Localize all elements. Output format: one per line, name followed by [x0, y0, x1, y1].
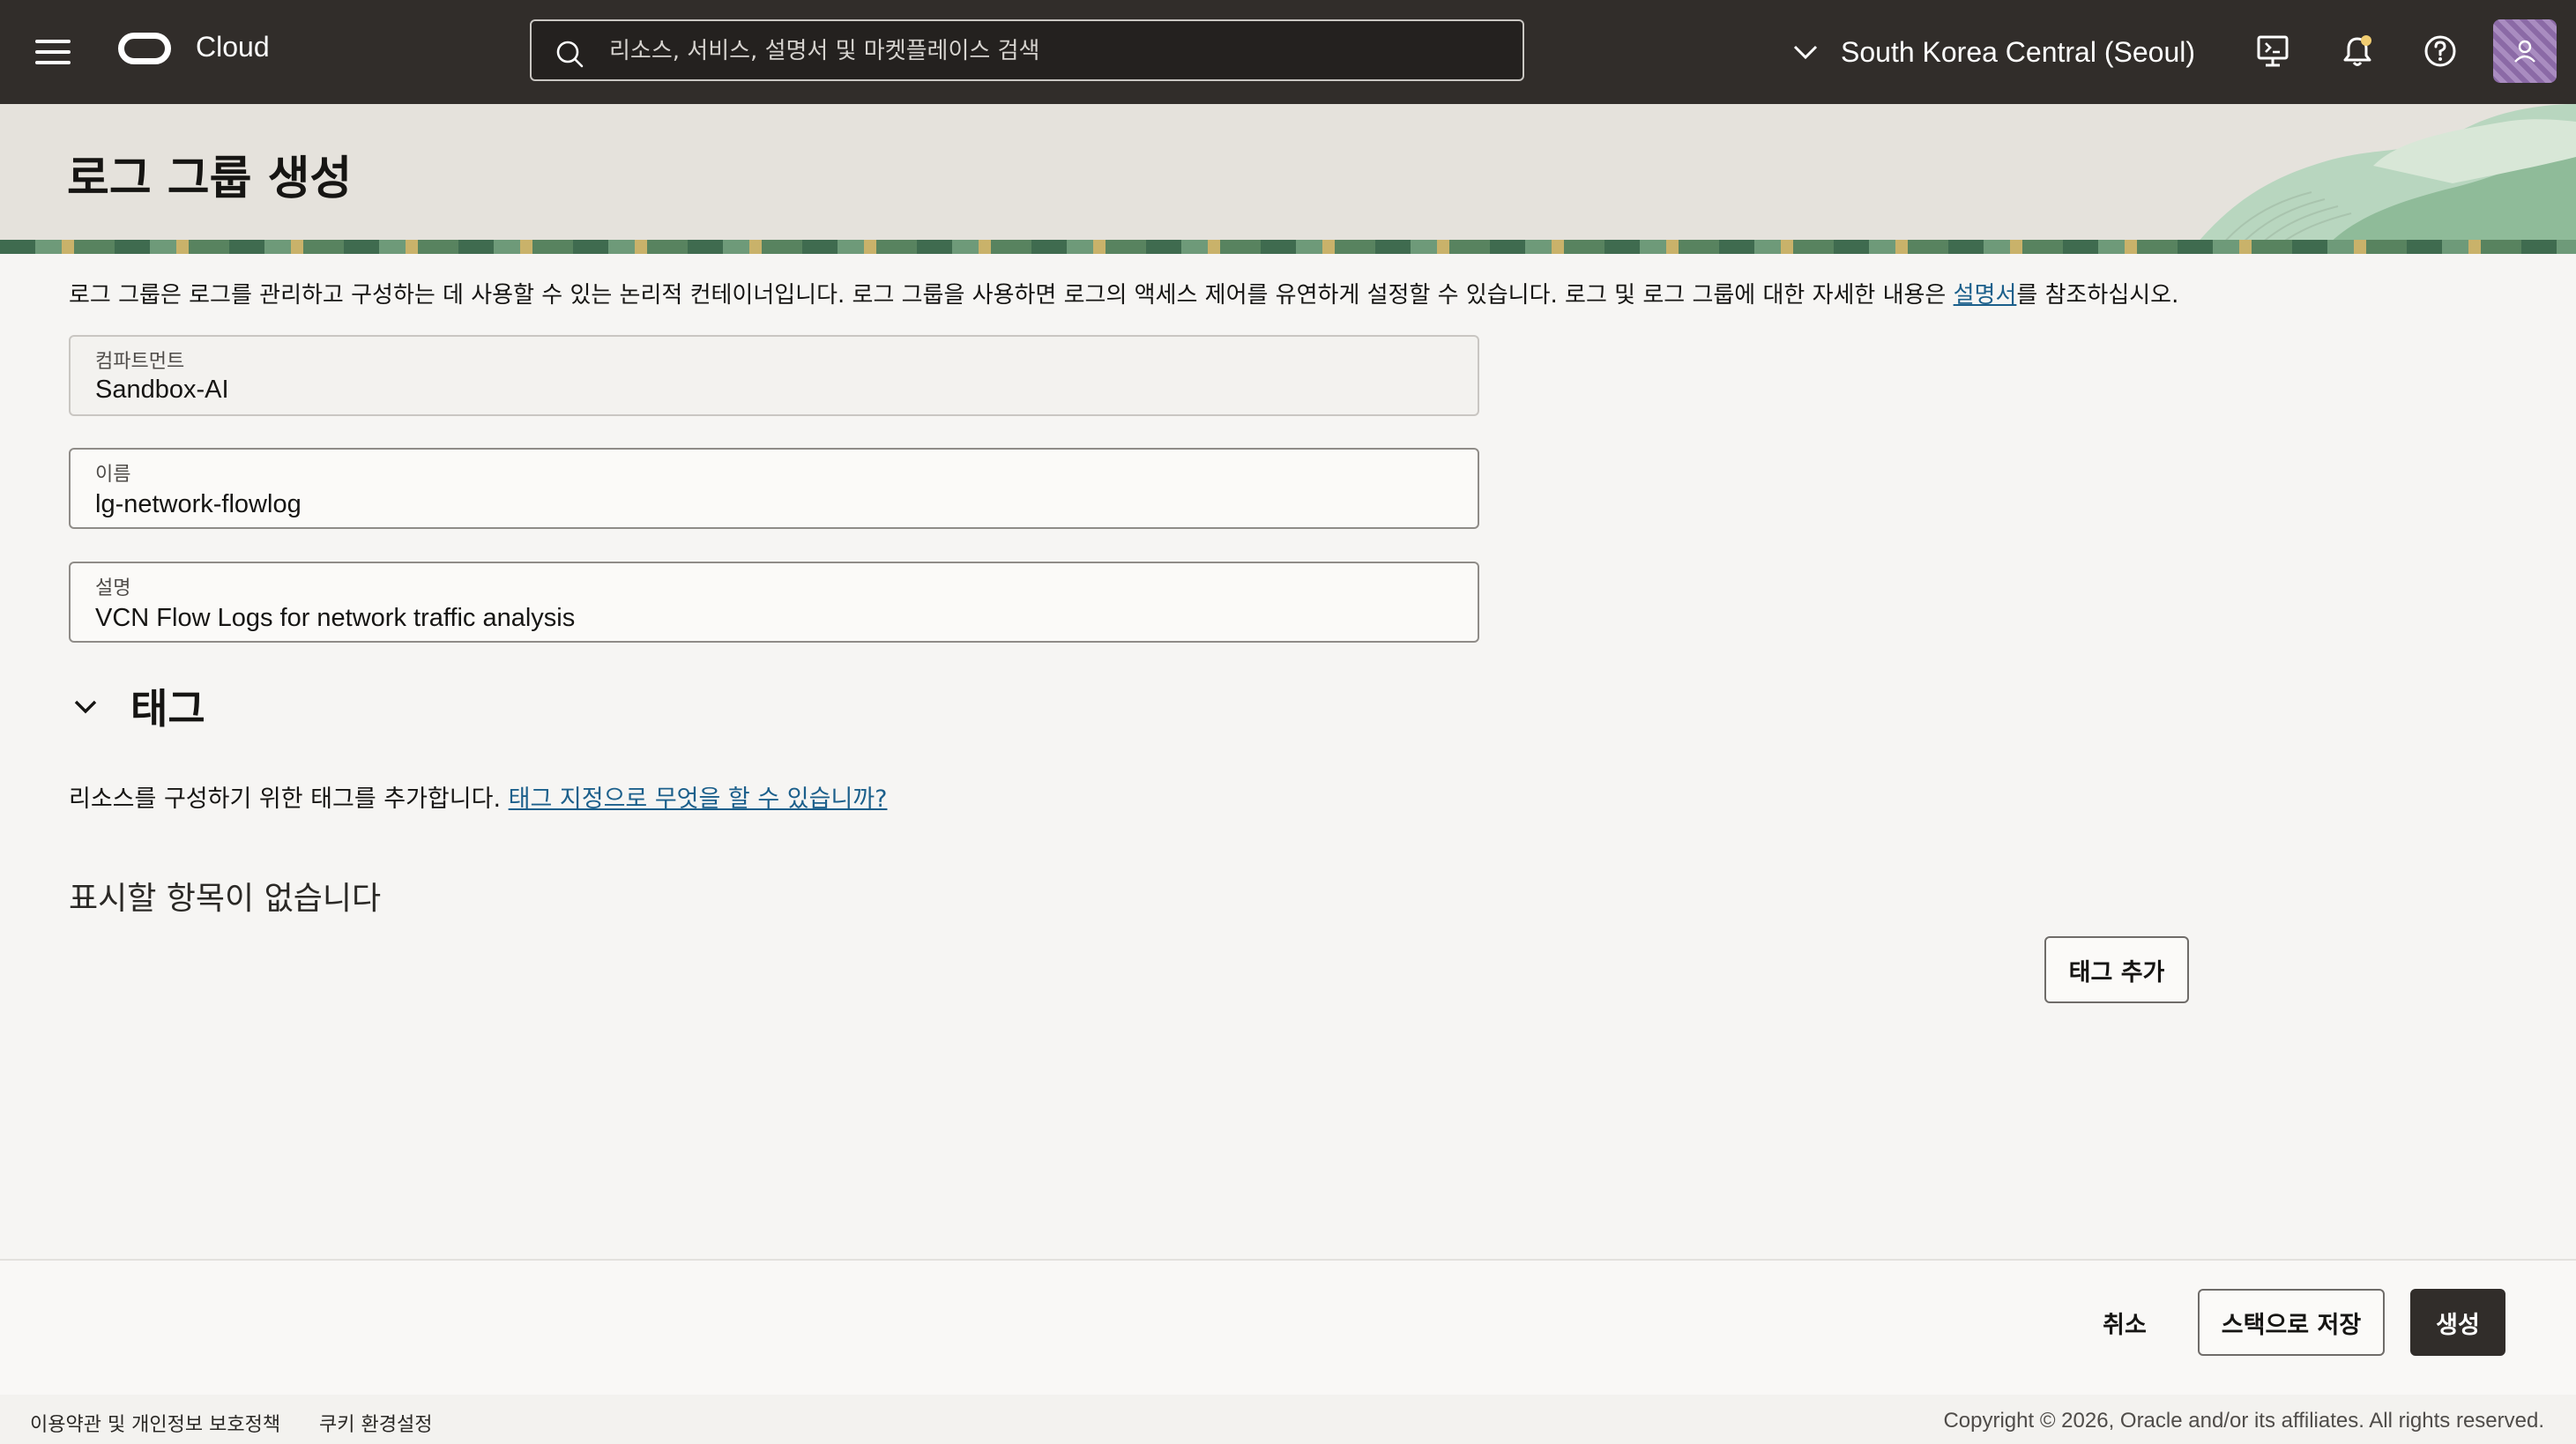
brand-label: Cloud [196, 31, 270, 63]
compartment-field[interactable]: 컴파트먼트 Sandbox-AI [69, 335, 1479, 416]
page-footer: 이용약관 및 개인정보 보호정책 쿠키 환경설정 Copyright © 202… [0, 1395, 2576, 1444]
tags-help-link[interactable]: 태그 지정으로 무엇을 할 수 있습니까? [509, 785, 888, 813]
copyright-text: Copyright © 2026, Oracle and/or its affi… [1943, 1409, 2544, 1433]
compartment-value: Sandbox-AI [95, 376, 229, 404]
oracle-logo-icon[interactable] [118, 33, 171, 64]
region-label: South Korea Central (Seoul) [1841, 35, 2195, 68]
tags-empty-message: 표시할 항목이 없습니다 [69, 881, 382, 917]
help-icon[interactable] [2423, 33, 2458, 69]
description-label: 설명 [95, 577, 131, 599]
decorative-illustration [2188, 104, 2576, 254]
add-tag-button[interactable]: 태그 추가 [2044, 936, 2189, 1003]
tags-section-title: 태그 [130, 685, 205, 733]
name-label: 이름 [95, 464, 131, 486]
search-box[interactable] [530, 19, 1524, 81]
chevron-down-icon [74, 700, 97, 714]
compartment-label: 컴파트먼트 [95, 351, 185, 373]
documentation-link[interactable]: 설명서 [1954, 282, 2017, 309]
notifications-bell-icon[interactable] [2340, 33, 2375, 69]
intro-text-suffix: 를 참조하십시오. [2016, 282, 2179, 309]
search-icon [556, 41, 584, 68]
user-icon [2514, 40, 2535, 63]
top-navigation-bar: Cloud South Korea Central (Seoul) [0, 0, 2576, 104]
search-input[interactable] [607, 21, 1510, 81]
cloud-shell-icon[interactable] [2255, 33, 2290, 69]
intro-text-body: 로그 그룹은 로그를 관리하고 구성하는 데 사용할 수 있는 논리적 컨테이너… [69, 282, 1954, 309]
name-field[interactable]: 이름 [69, 448, 1479, 529]
page-title: 로그 그룹 생성 [67, 153, 353, 205]
cancel-button[interactable]: 취소 [2084, 1289, 2165, 1356]
intro-text: 로그 그룹은 로그를 관리하고 구성하는 데 사용할 수 있는 논리적 컨테이너… [69, 277, 2178, 309]
cookie-preferences-link[interactable]: 쿠키 환경설정 [319, 1409, 432, 1437]
decorative-strip [0, 240, 2576, 254]
region-selector[interactable]: South Korea Central (Seoul) [1790, 26, 2195, 78]
description-field[interactable]: 설명 [69, 562, 1479, 643]
user-avatar[interactable] [2493, 19, 2557, 83]
terms-privacy-link[interactable]: 이용약관 및 개인정보 보호정책 [30, 1409, 280, 1437]
name-input[interactable] [95, 488, 1444, 520]
save-as-stack-button[interactable]: 스택으로 저장 [2198, 1289, 2385, 1356]
menu-icon[interactable] [35, 40, 71, 64]
create-button[interactable]: 생성 [2410, 1289, 2505, 1356]
form-action-bar: 취소 스택으로 저장 생성 [0, 1259, 2576, 1396]
tags-section-toggle[interactable]: 태그 [71, 677, 205, 735]
tags-description: 리소스를 구성하기 위한 태그를 추가합니다. 태그 지정으로 무엇을 할 수 … [69, 779, 887, 814]
page-header: 로그 그룹 생성 [0, 104, 2576, 254]
description-input[interactable] [95, 602, 1444, 634]
chevron-down-icon [1793, 45, 1818, 60]
tags-description-body: 리소스를 구성하기 위한 태그를 추가합니다. [69, 785, 509, 813]
